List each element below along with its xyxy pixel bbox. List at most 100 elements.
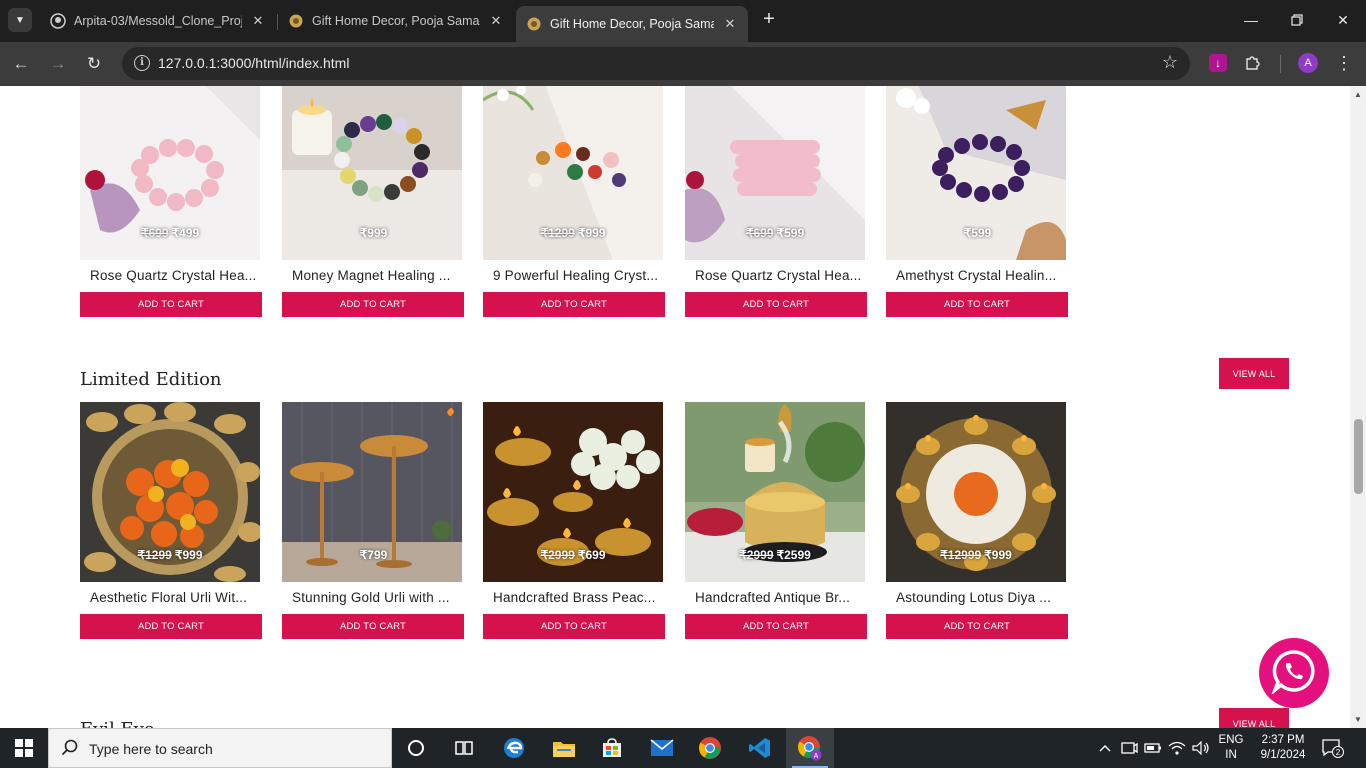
new-tab-button[interactable]: + — [758, 8, 780, 32]
bookmark-star-icon[interactable]: ☆ — [1162, 52, 1178, 73]
current-price: ₹599 — [963, 226, 992, 240]
file-explorer-icon[interactable] — [540, 728, 588, 768]
close-icon[interactable]: ✕ — [722, 16, 738, 32]
reload-icon[interactable]: ↻ — [81, 51, 107, 77]
add-to-cart-button[interactable]: ADD TO CART — [80, 614, 262, 639]
product-image[interactable]: ₹699 ₹499 — [80, 86, 260, 260]
current-price: ₹999 — [577, 226, 606, 240]
add-to-cart-button[interactable]: ADD TO CART — [685, 614, 867, 639]
product-image[interactable]: ₹2999 ₹2599 — [685, 402, 865, 582]
product-image[interactable]: ₹2999 ₹699 — [483, 402, 663, 582]
menu-kebab-icon[interactable]: ⋮ — [1334, 52, 1354, 74]
scrollbar-thumb[interactable] — [1354, 419, 1363, 494]
notification-count: 2 — [1336, 748, 1341, 757]
product-name[interactable]: Aesthetic Floral Urli Wit... — [80, 582, 262, 614]
site-icon — [288, 13, 304, 29]
notification-center-icon[interactable]: 2 — [1322, 738, 1344, 758]
windows-start-button[interactable] — [0, 728, 48, 768]
whatsapp-chat-button[interactable] — [1259, 638, 1329, 708]
add-to-cart-button[interactable]: ADD TO CART — [282, 614, 464, 639]
vscode-icon[interactable] — [736, 728, 784, 768]
product-name[interactable]: Money Magnet Healing ... — [282, 260, 464, 292]
restore-icon[interactable] — [1274, 0, 1320, 40]
minimize-icon[interactable]: — — [1228, 0, 1274, 40]
tab-gift-home-decor-active[interactable]: Gift Home Decor, Pooja Samag ✕ — [516, 6, 748, 42]
tab-github[interactable]: Arpita-03/Messold_Clone_Proje ✕ — [40, 6, 276, 36]
taskbar-search-box[interactable]: Type here to search — [48, 728, 392, 768]
svg-text:A: A — [814, 753, 819, 760]
windows-taskbar: Type here to search A ENG IN 2:37 PM 9/1… — [0, 728, 1366, 768]
old-price: ₹2999 — [739, 548, 774, 562]
tab-search-button[interactable]: ▼ — [8, 8, 32, 32]
chevron-up-icon[interactable] — [1096, 728, 1114, 768]
product-name[interactable]: Handcrafted Brass Peac... — [483, 582, 665, 614]
product-image[interactable]: ₹799 — [282, 402, 462, 582]
product-name[interactable]: Handcrafted Antique Br... — [685, 582, 867, 614]
product-image[interactable]: ₹699 ₹599 — [685, 86, 865, 260]
product-card[interactable]: ₹699 ₹599 Rose Quartz Crystal Hea... ADD … — [685, 86, 867, 317]
add-to-cart-button[interactable]: ADD TO CART — [80, 292, 262, 317]
system-clock[interactable]: 2:37 PM 9/1/2024 — [1252, 733, 1314, 763]
chrome-active-window-icon[interactable]: A — [786, 728, 834, 768]
product-card[interactable]: ₹2999 ₹699 Handcrafted Brass Peac... ADD … — [483, 402, 665, 639]
chrome-icon[interactable] — [686, 728, 734, 768]
volume-icon[interactable] — [1190, 728, 1212, 768]
page-scrollbar[interactable]: ▲ ▼ — [1350, 86, 1366, 728]
download-extension-icon[interactable]: ↓ — [1209, 54, 1227, 72]
close-icon[interactable]: ✕ — [488, 13, 504, 29]
product-card[interactable]: ₹1299 ₹999 9 Powerful Healing Cryst... AD… — [483, 86, 665, 317]
scroll-up-arrow-icon[interactable]: ▲ — [1354, 90, 1362, 99]
add-to-cart-button[interactable]: ADD TO CART — [685, 292, 867, 317]
address-bar[interactable]: i 127.0.0.1:3000/html/index.html ☆ — [122, 47, 1190, 80]
view-all-button[interactable]: VIEW ALL — [1219, 708, 1289, 728]
section-title-evil-eye: Evil Eye — [80, 719, 155, 728]
price-label: ₹999 — [282, 226, 462, 240]
product-name[interactable]: 9 Powerful Healing Cryst... — [483, 260, 665, 292]
product-name[interactable]: Stunning Gold Urli with ... — [282, 582, 464, 614]
forward-arrow-icon[interactable]: → — [45, 51, 71, 77]
product-image[interactable]: ₹999 — [282, 86, 462, 260]
site-info-icon[interactable]: i — [134, 55, 150, 71]
battery-icon[interactable] — [1142, 728, 1164, 768]
product-image[interactable]: ₹12999 ₹999 — [886, 402, 1066, 582]
edge-browser-icon[interactable] — [490, 728, 538, 768]
task-view-icon[interactable] — [440, 728, 488, 768]
view-all-button[interactable]: VIEW ALL — [1219, 358, 1289, 389]
product-image[interactable]: ₹599 — [886, 86, 1066, 260]
profile-avatar[interactable]: A — [1298, 53, 1318, 73]
language-indicator[interactable]: ENG IN — [1214, 733, 1248, 763]
product-card[interactable]: ₹599 Amethyst Crystal Healin... ADD TO C… — [886, 86, 1068, 317]
price-label: ₹12999 ₹999 — [886, 548, 1066, 562]
product-name[interactable]: Amethyst Crystal Healin... — [886, 260, 1068, 292]
add-to-cart-button[interactable]: ADD TO CART — [886, 614, 1068, 639]
add-to-cart-button[interactable]: ADD TO CART — [483, 292, 665, 317]
product-image[interactable]: ₹1299 ₹999 — [483, 86, 663, 260]
add-to-cart-button[interactable]: ADD TO CART — [886, 292, 1068, 317]
mail-icon[interactable] — [638, 728, 686, 768]
browser-tab-bar: ▼ Arpita-03/Messold_Clone_Proje ✕ Gift H… — [0, 0, 1366, 42]
back-arrow-icon[interactable]: ← — [8, 51, 34, 77]
product-name[interactable]: Astounding Lotus Diya ... — [886, 582, 1068, 614]
scroll-down-arrow-icon[interactable]: ▼ — [1354, 715, 1362, 724]
current-price: ₹699 — [577, 548, 606, 562]
close-icon[interactable]: ✕ — [250, 13, 266, 29]
toolbar-separator — [1280, 55, 1281, 73]
product-card[interactable]: ₹699 ₹499 Rose Quartz Crystal Hea... ADD … — [80, 86, 262, 317]
cortana-icon[interactable] — [392, 728, 440, 768]
add-to-cart-button[interactable]: ADD TO CART — [483, 614, 665, 639]
product-card[interactable]: ₹2999 ₹2599 Handcrafted Antique Br... ADD… — [685, 402, 867, 639]
product-card[interactable]: ₹12999 ₹999 Astounding Lotus Diya ... ADD… — [886, 402, 1068, 639]
product-name[interactable]: Rose Quartz Crystal Hea... — [80, 260, 262, 292]
product-name[interactable]: Rose Quartz Crystal Hea... — [685, 260, 867, 292]
microsoft-store-icon[interactable] — [588, 728, 636, 768]
product-card[interactable]: ₹799 Stunning Gold Urli with ... ADD TO … — [282, 402, 464, 639]
wifi-icon[interactable] — [1166, 728, 1188, 768]
product-image[interactable]: ₹1299 ₹999 — [80, 402, 260, 582]
extensions-puzzle-icon[interactable] — [1244, 53, 1264, 73]
product-card[interactable]: ₹999 Money Magnet Healing ... ADD TO CAR… — [282, 86, 464, 317]
close-window-icon[interactable]: ✕ — [1320, 0, 1366, 40]
meet-now-icon[interactable] — [1118, 728, 1140, 768]
add-to-cart-button[interactable]: ADD TO CART — [282, 292, 464, 317]
product-card[interactable]: ₹1299 ₹999 Aesthetic Floral Urli Wit... A… — [80, 402, 262, 639]
tab-gift-home-decor[interactable]: Gift Home Decor, Pooja Samag ✕ — [278, 6, 514, 36]
